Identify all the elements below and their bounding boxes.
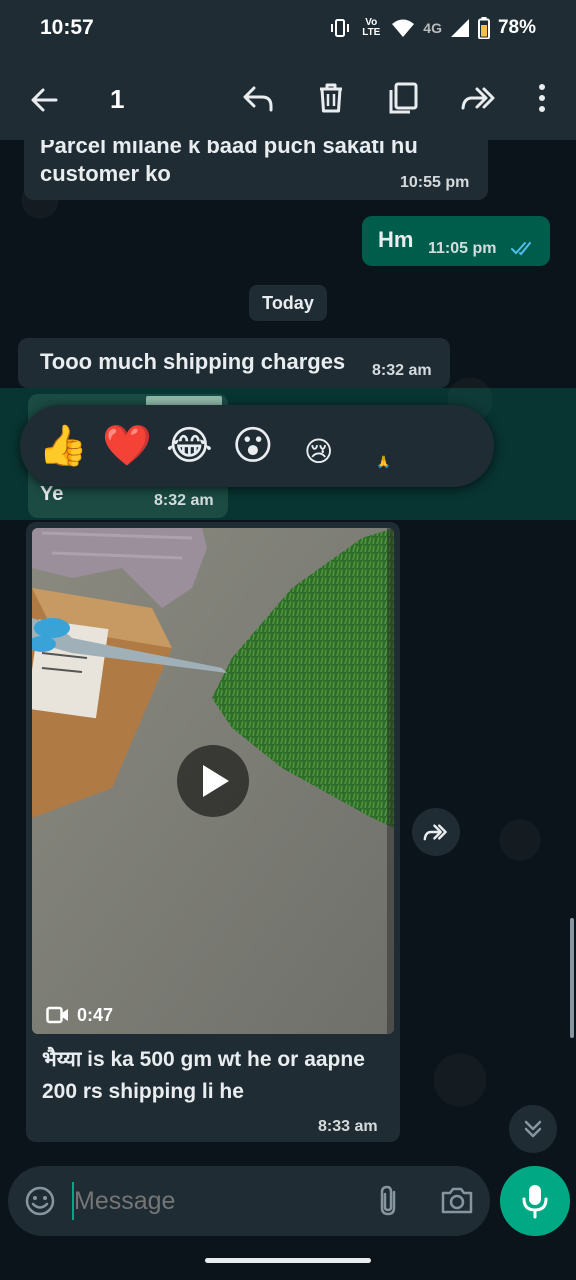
video-thumbnail[interactable]: 0:47	[32, 528, 394, 1034]
forward-icon[interactable]	[457, 78, 497, 118]
back-arrow-icon[interactable]	[24, 80, 64, 120]
forward-icon	[423, 824, 447, 841]
reaction-picker: 👍 ❤️ 😂 😮 😢 🙏	[20, 405, 494, 487]
reaction-pray[interactable]: 🙏	[376, 437, 391, 487]
gesture-handle[interactable]	[205, 1258, 371, 1263]
wifi-icon	[392, 19, 415, 37]
status-time: 10:57	[40, 16, 94, 39]
attach-icon[interactable]	[376, 1184, 404, 1218]
message-time: 8:33 am	[318, 1118, 378, 1135]
reaction-crying[interactable]: 😢	[304, 427, 333, 477]
vibrate-icon	[331, 19, 350, 37]
scrollbar[interactable]	[570, 918, 574, 1038]
message-input[interactable]	[74, 1181, 354, 1221]
emoji-icon[interactable]	[24, 1185, 56, 1217]
date-chip-label: Today	[262, 293, 314, 313]
video-duration: 0:47	[77, 1005, 114, 1025]
message-text: Hm	[378, 227, 414, 252]
message-time: 8:32 am	[154, 492, 214, 509]
more-vert-icon[interactable]	[522, 78, 562, 118]
reaction-heart[interactable]: ❤️	[102, 421, 152, 471]
message-time: 10:55 pm	[400, 174, 470, 191]
reaction-surprised[interactable]: 😮	[232, 421, 274, 471]
read-receipt-icon	[511, 242, 531, 256]
video-camera-icon	[46, 1006, 68, 1024]
play-icon	[203, 765, 229, 797]
network-type: 4G	[423, 20, 442, 36]
camera-icon[interactable]	[440, 1185, 474, 1215]
reply-icon[interactable]	[238, 78, 278, 118]
delete-icon[interactable]	[311, 78, 351, 118]
scroll-down-icon	[524, 1120, 542, 1138]
message-text: Parcel milane k baad puch sakati hu cust…	[40, 133, 418, 186]
video-caption: भैय्या is ka 500 gm wt he or aapne 200 r…	[42, 1048, 365, 1103]
message-bubble-outgoing[interactable]: Hm 11:05 pm	[362, 216, 550, 266]
message-time: 8:32 am	[372, 362, 432, 379]
date-chip: Today	[249, 285, 327, 321]
play-button[interactable]	[177, 745, 249, 817]
reaction-laughing[interactable]: 😂	[166, 421, 213, 471]
status-bar: 10:57 Vo LTE 4G 78%	[0, 0, 576, 58]
voice-message-button[interactable]	[500, 1166, 570, 1236]
message-text: Tooo much shipping charges	[40, 349, 346, 374]
status-icons: Vo LTE 4G 78%	[329, 17, 536, 39]
battery-level: 78%	[497, 17, 536, 38]
message-bubble-incoming[interactable]: Tooo much shipping charges 8:32 am	[18, 338, 450, 388]
signal-icon	[450, 19, 469, 37]
battery-icon	[477, 17, 490, 39]
message-time: 11:05 pm	[428, 240, 497, 257]
selected-count: 1	[110, 84, 125, 114]
copy-icon[interactable]	[384, 78, 424, 118]
mic-icon	[522, 1185, 548, 1219]
message-composer	[8, 1166, 490, 1236]
scroll-to-bottom-button[interactable]	[509, 1105, 557, 1153]
volte-icon: Vo LTE	[362, 17, 381, 38]
reaction-thumbs-up[interactable]: 👍	[38, 421, 88, 471]
forward-shortcut-button[interactable]	[412, 808, 460, 856]
